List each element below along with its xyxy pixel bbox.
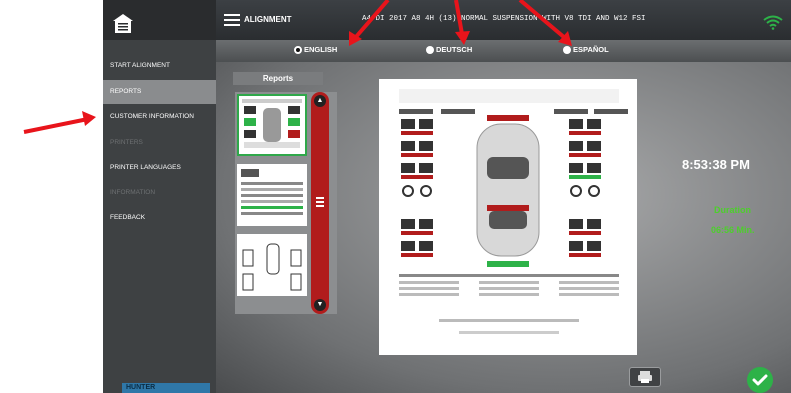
home-icon: [113, 14, 133, 33]
report-thumbnail[interactable]: [237, 164, 307, 226]
clock: 8:53:38 PM: [682, 157, 750, 172]
right-measurements: [569, 119, 601, 257]
brand-logo: HUNTER: [122, 383, 210, 393]
section-title: ALIGNMENT: [244, 15, 292, 24]
report-preview-graphic: [241, 169, 303, 215]
wifi-icon: [763, 15, 783, 30]
report-thumbnail[interactable]: [237, 94, 307, 156]
language-label: ENGLISH: [304, 45, 338, 54]
sidebar-item-feedback[interactable]: FEEDBACK: [103, 206, 216, 230]
language-bar: ENGLISH DEUTSCH ESPAÑOL: [216, 40, 791, 62]
sidebar-item-printer-languages[interactable]: PRINTER LANGUAGES: [103, 156, 216, 180]
top-bar: ALIGNMENT A4 DI 2017 A8 4H (13) NORMAL S…: [103, 0, 791, 40]
language-option-deutsch[interactable]: DEUTSCH: [426, 45, 472, 54]
language-option-english[interactable]: ENGLISH: [294, 45, 337, 54]
sidebar-item-printers: PRINTERS: [110, 139, 143, 146]
reports-content: Reports ▲ ▼: [216, 62, 791, 393]
duration-value: 06:56 Min.: [711, 225, 755, 235]
scroll-grip-icon[interactable]: [316, 197, 324, 207]
report-document-preview: [379, 79, 637, 355]
print-button[interactable]: [629, 367, 661, 387]
home-button[interactable]: [103, 0, 216, 40]
sidebar-item-start-alignment[interactable]: START ALIGNMENT: [103, 54, 216, 78]
reports-header: Reports: [233, 72, 323, 85]
menu-icon[interactable]: [224, 14, 240, 26]
report-preview-graphic: [242, 99, 302, 148]
report-preview-graphic: [242, 243, 302, 291]
checkmark-icon: [752, 374, 768, 386]
language-label: ESPAÑOL: [573, 45, 609, 54]
sidebar-item-information: INFORMATION: [110, 189, 156, 196]
report-thumbnail-list: ▲ ▼: [235, 92, 337, 314]
printer-icon: [638, 371, 652, 383]
scroll-up-icon[interactable]: ▲: [314, 95, 326, 107]
radio-icon: [563, 45, 571, 54]
left-measurements: [401, 119, 433, 257]
sidebar: START ALIGNMENT REPORTS CUSTOMER INFORMA…: [103, 40, 216, 393]
report-thumbnail[interactable]: [237, 234, 307, 296]
alignment-report-graphic: [399, 89, 628, 334]
sidebar-item-reports[interactable]: REPORTS: [103, 80, 216, 104]
language-label: DEUTSCH: [436, 45, 473, 54]
car-top-view-icon: [476, 115, 540, 267]
language-option-espanol[interactable]: ESPAÑOL: [563, 45, 609, 54]
annotation-arrow: [23, 111, 96, 134]
radio-selected-icon: [294, 45, 302, 54]
vehicle-description: A4 DI 2017 A8 4H (13) NORMAL SUSPENSION …: [362, 15, 646, 23]
thumbnail-scrollbar[interactable]: ▲ ▼: [311, 92, 329, 314]
scroll-down-icon[interactable]: ▼: [314, 299, 326, 311]
duration-label: Duration: [714, 205, 751, 215]
radio-icon: [426, 45, 434, 54]
sidebar-item-customer-information[interactable]: CUSTOMER INFORMATION: [103, 105, 216, 129]
confirm-button[interactable]: [747, 367, 773, 393]
alignment-app: ALIGNMENT A4 DI 2017 A8 4H (13) NORMAL S…: [103, 0, 791, 393]
